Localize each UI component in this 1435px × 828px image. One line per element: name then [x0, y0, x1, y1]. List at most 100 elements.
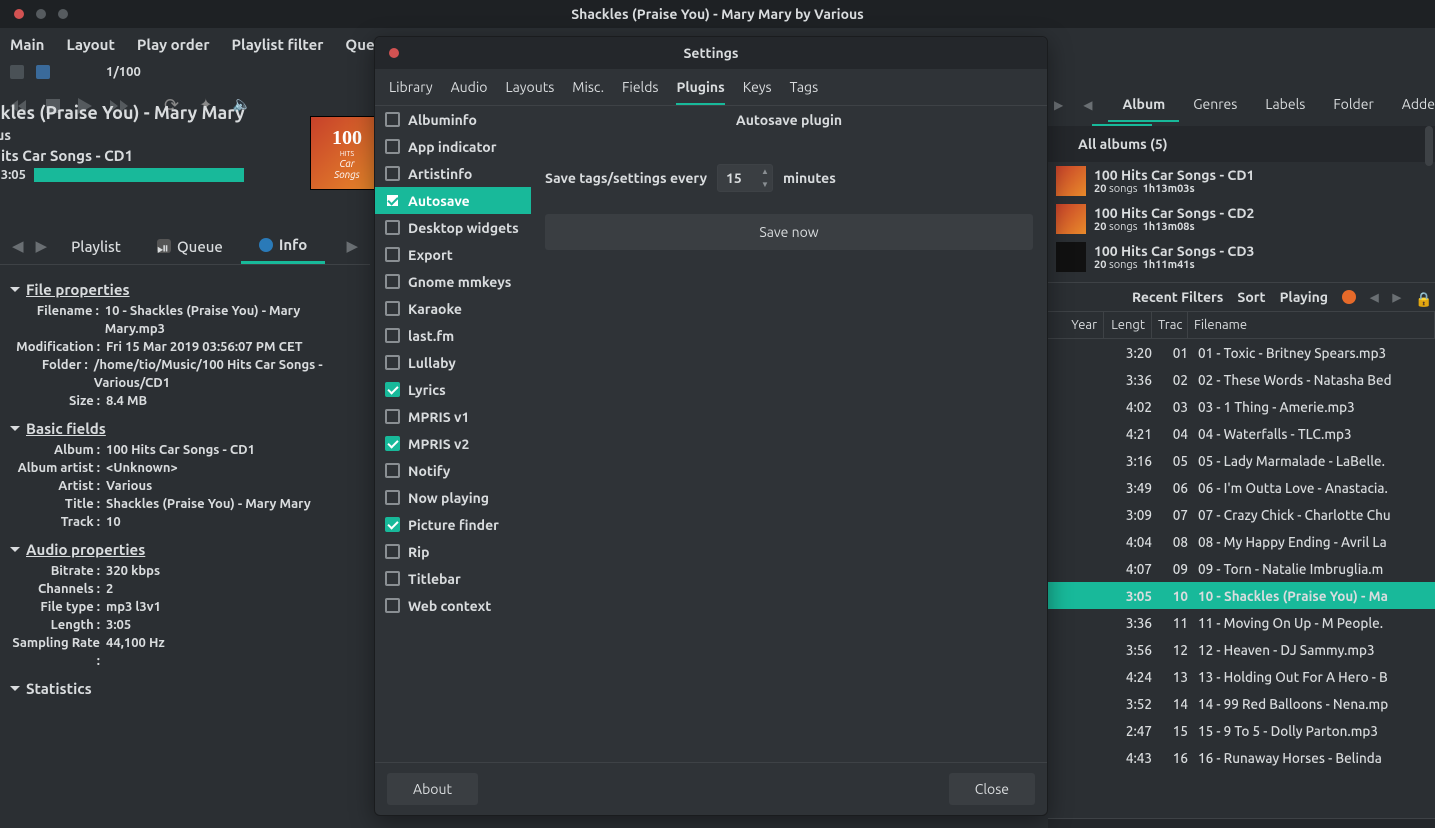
sort-button[interactable]: Sort	[1237, 289, 1265, 305]
plugin-checkbox[interactable]	[385, 463, 400, 478]
btab-labels[interactable]: Labels	[1251, 88, 1319, 122]
plugin-checkbox[interactable]	[385, 571, 400, 586]
horizontal-scrollbar[interactable]	[1048, 818, 1435, 828]
chevron-left-icon[interactable]: ◀	[1370, 291, 1378, 304]
save-every-input[interactable]	[718, 165, 758, 191]
plugin-row-gnome-mmkeys[interactable]: Gnome mmkeys	[375, 268, 531, 295]
tab-info[interactable]: Info	[241, 228, 325, 264]
track-row[interactable]: 3:160505 - Lady Marmalade - LaBelle.	[1048, 447, 1435, 474]
col-filename[interactable]: Filename	[1188, 312, 1435, 338]
plugin-row-app-indicator[interactable]: App indicator	[375, 133, 531, 160]
plugin-row-mpris-v2[interactable]: MPRIS v2	[375, 430, 531, 457]
close-button[interactable]: Close	[949, 773, 1035, 805]
chevron-left-icon[interactable]: ◀	[1079, 98, 1096, 112]
tab-nav-right-icon[interactable]: ▶	[340, 233, 364, 259]
plugin-row-mpris-v1[interactable]: MPRIS v1	[375, 403, 531, 430]
plugin-row-titlebar[interactable]: Titlebar	[375, 565, 531, 592]
plugin-checkbox[interactable]	[385, 382, 400, 397]
plugin-checkbox[interactable]	[385, 544, 400, 559]
spin-down-icon[interactable]: ▼	[758, 178, 772, 191]
btab-genres[interactable]: Genres	[1179, 88, 1251, 122]
menu-main[interactable]: Main	[10, 36, 44, 53]
col-track[interactable]: Trac	[1152, 312, 1188, 338]
plugin-row-albuminfo[interactable]: Albuminfo	[375, 106, 531, 133]
section-file-properties[interactable]: File properties	[10, 281, 360, 298]
album-item[interactable]: 100 Hits Car Songs - CD320 songs 1h11m41…	[1048, 238, 1435, 276]
disc-icon[interactable]	[10, 65, 24, 79]
settings-tab-tags[interactable]: Tags	[790, 79, 819, 105]
section-audio-properties[interactable]: Audio properties	[10, 541, 360, 558]
track-row[interactable]: 4:241313 - Holding Out For A Hero - B	[1048, 663, 1435, 690]
track-row[interactable]: 3:090707 - Crazy Chick - Charlotte Chu	[1048, 501, 1435, 528]
progress-bar[interactable]	[34, 168, 244, 182]
plugin-checkbox[interactable]	[385, 112, 400, 127]
chevron-right-icon[interactable]: ▶	[1393, 291, 1401, 304]
plugin-row-export[interactable]: Export	[375, 241, 531, 268]
all-albums[interactable]: All albums (5)	[1048, 126, 1435, 162]
plugin-row-last-fm[interactable]: last.fm	[375, 322, 531, 349]
tab-nav-play-icon[interactable]: ▶	[30, 233, 54, 259]
btab-added[interactable]: Added	[1388, 88, 1435, 122]
plugin-row-karaoke[interactable]: Karaoke	[375, 295, 531, 322]
plugin-checkbox[interactable]	[385, 274, 400, 289]
settings-tab-layouts[interactable]: Layouts	[505, 79, 554, 105]
col-length[interactable]: Lengt	[1104, 312, 1152, 338]
spin-up-icon[interactable]: ▲	[758, 165, 772, 178]
tab-playlist[interactable]: Playlist	[53, 230, 139, 263]
scrollbar[interactable]	[1425, 126, 1433, 166]
track-row[interactable]: 4:431616 - Runaway Horses - Belinda	[1048, 744, 1435, 771]
recent-filters[interactable]: Recent Filters	[1132, 289, 1223, 305]
plugin-row-lyrics[interactable]: Lyrics	[375, 376, 531, 403]
chevron-expand-icon[interactable]: ▶	[1050, 98, 1067, 112]
plugin-checkbox[interactable]	[385, 517, 400, 532]
track-row[interactable]: 3:561212 - Heaven - DJ Sammy.mp3	[1048, 636, 1435, 663]
settings-tab-misc[interactable]: Misc.	[572, 79, 604, 105]
plugin-row-rip[interactable]: Rip	[375, 538, 531, 565]
plugin-checkbox[interactable]	[385, 328, 400, 343]
plugin-checkbox[interactable]	[385, 220, 400, 235]
settings-tab-fields[interactable]: Fields	[622, 79, 658, 105]
album-item[interactable]: 100 Hits Car Songs - CD120 songs 1h13m03…	[1048, 162, 1435, 200]
plugin-checkbox[interactable]	[385, 409, 400, 424]
track-row[interactable]: 3:490606 - I'm Outta Love - Anastacia.	[1048, 474, 1435, 501]
track-row[interactable]: 3:360202 - These Words - Natasha Bed	[1048, 366, 1435, 393]
plugin-row-web-context[interactable]: Web context	[375, 592, 531, 619]
btab-folder[interactable]: Folder	[1319, 88, 1387, 122]
section-statistics[interactable]: Statistics	[10, 680, 360, 695]
track-row[interactable]: 3:051010 - Shackles (Praise You) - Ma	[1048, 582, 1435, 609]
plugin-row-lullaby[interactable]: Lullaby	[375, 349, 531, 376]
plugin-checkbox[interactable]	[385, 301, 400, 316]
plugin-checkbox[interactable]	[385, 139, 400, 154]
monitor-icon[interactable]	[36, 65, 50, 79]
plugin-row-picture-finder[interactable]: Picture finder	[375, 511, 531, 538]
section-basic-fields[interactable]: Basic fields	[10, 420, 360, 437]
lock-icon[interactable]: 🔒	[1415, 291, 1427, 303]
track-row[interactable]: 4:210404 - Waterfalls - TLC.mp3	[1048, 420, 1435, 447]
album-item[interactable]: 100 Hits Car Songs - CD220 songs 1h13m08…	[1048, 200, 1435, 238]
track-row[interactable]: 4:070909 - Torn - Natalie Imbruglia.m	[1048, 555, 1435, 582]
menu-playorder[interactable]: Play order	[137, 36, 210, 53]
plugin-checkbox[interactable]	[385, 436, 400, 451]
plugin-checkbox[interactable]	[385, 166, 400, 181]
plugin-row-autosave[interactable]: Autosave	[375, 187, 531, 214]
plugin-row-now-playing[interactable]: Now playing	[375, 484, 531, 511]
menu-layout[interactable]: Layout	[66, 36, 114, 53]
plugin-checkbox[interactable]	[385, 247, 400, 262]
about-button[interactable]: About	[387, 773, 478, 805]
plugin-checkbox[interactable]	[385, 598, 400, 613]
plugin-checkbox[interactable]	[385, 193, 400, 208]
track-row[interactable]: 2:471515 - 9 To 5 - Dolly Parton.mp3	[1048, 717, 1435, 744]
col-year[interactable]: Year	[1048, 312, 1104, 338]
plugin-row-notify[interactable]: Notify	[375, 457, 531, 484]
tab-queue[interactable]: ⏯Queue	[139, 230, 241, 263]
track-row[interactable]: 3:521414 - 99 Red Balloons - Nena.mp	[1048, 690, 1435, 717]
tab-nav-left-icon[interactable]: ◀	[6, 233, 30, 259]
settings-tab-audio[interactable]: Audio	[451, 79, 488, 105]
track-row[interactable]: 4:040808 - My Happy Ending - Avril La	[1048, 528, 1435, 555]
play-indicator-icon[interactable]	[1342, 290, 1356, 304]
save-now-button[interactable]: Save now	[545, 214, 1033, 250]
plugin-row-desktop-widgets[interactable]: Desktop widgets	[375, 214, 531, 241]
btab-album[interactable]: Album	[1108, 88, 1179, 122]
plugin-row-artistinfo[interactable]: Artistinfo	[375, 160, 531, 187]
menu-playlistfilter[interactable]: Playlist filter	[232, 36, 324, 53]
